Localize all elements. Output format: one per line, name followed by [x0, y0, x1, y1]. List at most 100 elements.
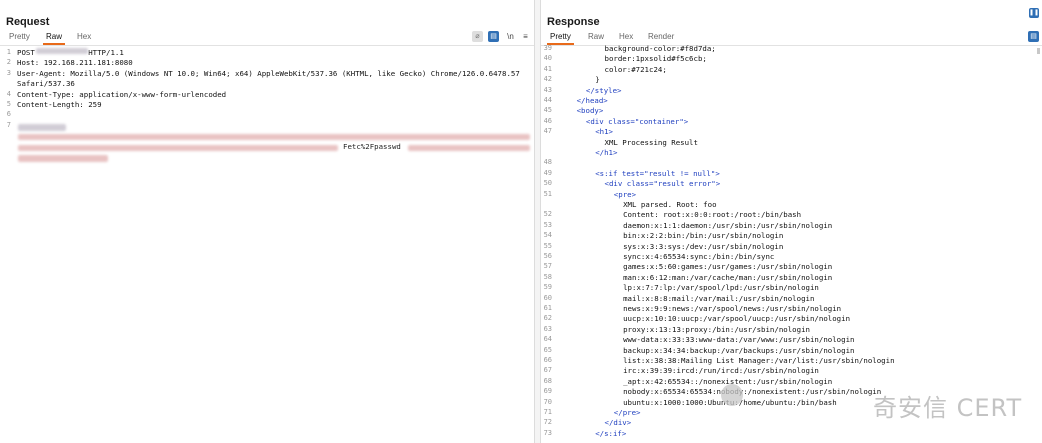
body-fragment: Fetc%2Fpasswd: [343, 142, 401, 151]
markup-line: </pre>: [613, 408, 641, 417]
request-tabbar: Pretty Raw Hex: [0, 31, 534, 45]
line-number: 4: [6, 89, 11, 98]
line-number: 56: [543, 252, 552, 260]
content-line: lp:x:7:7:lp:/var/spool/lpd:/usr/sbin/nol…: [623, 283, 819, 293]
line-number: 62: [543, 314, 552, 323]
redaction: [408, 145, 530, 151]
line-number: 64: [543, 335, 552, 344]
line-number: 53: [543, 220, 552, 229]
request-title: Request: [6, 16, 50, 28]
markup-line: <body>: [576, 106, 604, 116]
line-number: 69: [543, 387, 552, 396]
markup-line: </s:if>: [595, 428, 627, 438]
markup-line: <div class="result error">: [604, 179, 721, 189]
watermark-text: 奇安信 CERT: [873, 394, 1023, 422]
content-line: }: [595, 75, 600, 85]
content-line: uucp:x:10:10:uucp:/var/spool/uucp:/usr/s…: [623, 314, 851, 324]
line-number: 55: [543, 241, 552, 250]
scrollbar-thumb[interactable]: [1037, 48, 1040, 54]
newline-icon[interactable]: \n: [505, 31, 516, 42]
response-tab-hex[interactable]: Hex: [616, 31, 636, 45]
line-number: 51: [543, 189, 552, 198]
line-number: 70: [543, 397, 552, 406]
content-line: games:x:5:60:games:/usr/games:/usr/sbin/…: [623, 262, 833, 272]
content-line: bin:x:2:2:bin:/bin:/usr/sbin/nologin: [623, 231, 784, 241]
line-number: 2: [6, 58, 11, 67]
response-tab-render[interactable]: Render: [645, 31, 677, 45]
content-line: man:x:6:12:man:/var/cache/man:/usr/sbin/…: [623, 272, 833, 282]
response-tab-raw[interactable]: Raw: [585, 31, 607, 45]
line-number: 43: [543, 85, 552, 94]
line-number: 60: [543, 293, 552, 302]
content-line: border:1pxsolid#f5c6cb;: [604, 54, 707, 64]
line-number: 50: [543, 179, 552, 188]
line-number: 42: [543, 75, 552, 84]
line-number: 68: [543, 376, 552, 385]
content-line: XML Processing Result: [604, 137, 698, 147]
line-number: 73: [543, 428, 552, 437]
content-line: background-color:#f8d7da;: [604, 44, 716, 53]
line-number: 5: [6, 100, 11, 108]
line-number: 72: [543, 418, 552, 427]
content-line: sys:x:3:3:sys:/dev:/usr/sbin/nologin: [623, 241, 784, 251]
redaction: [18, 134, 530, 140]
line-number: 52: [543, 210, 552, 219]
content-line: daemon:x:1:1:daemon:/usr/sbin:/usr/sbin/…: [623, 220, 833, 230]
content-line: sync:x:4:65534:sync:/bin:/bin/sync: [623, 252, 775, 261]
line-number: 3: [6, 68, 11, 77]
markup-line: </style>: [585, 85, 622, 95]
response-tab-pretty[interactable]: Pretty: [547, 31, 574, 45]
content-line: nobody:x:65534:65534:nobody:/nonexistent…: [623, 387, 882, 397]
content-line: Content: root:x:0:0:root:/root:/bin/bash: [623, 210, 802, 220]
response-tabbar: Pretty Raw Hex Render: [541, 31, 1042, 45]
wrap-icon[interactable]: ▤: [488, 31, 499, 42]
content-line: XML parsed. Root: foo: [623, 200, 717, 209]
request-line: Safari/537.36: [17, 79, 75, 89]
request-tab-hex[interactable]: Hex: [74, 31, 94, 45]
line-number: 39: [543, 44, 552, 52]
redaction: [18, 155, 108, 162]
request-pane: Request Pretty Raw Hex ⌀ ▤ \n ≡ 1 POST HT…: [0, 0, 535, 443]
watermark-logo-icon: [721, 384, 743, 406]
content-line: www-data:x:33:33:www-data:/var/www:/usr/…: [623, 335, 855, 345]
request-tab-pretty[interactable]: Pretty: [6, 31, 33, 45]
line-number: 6: [6, 110, 11, 119]
line-number: 59: [543, 283, 552, 292]
content-line: news:x:9:9:news:/var/spool/news:/usr/sbi…: [623, 304, 842, 313]
line-number: 7: [6, 120, 11, 129]
hide-icon[interactable]: ⌀: [472, 31, 483, 42]
response-pane: Response ❚❚ Pretty Raw Hex Render ▤ 39 ba…: [541, 0, 1042, 443]
request-line: Content-Length: 259: [17, 100, 102, 109]
redaction: [36, 48, 88, 54]
line-number: 71: [543, 408, 552, 416]
line-number: 58: [543, 272, 552, 281]
line-number: 41: [543, 64, 552, 73]
wrap-icon[interactable]: ▤: [1028, 31, 1039, 42]
request-tab-raw[interactable]: Raw: [43, 31, 66, 45]
line-number: 1: [6, 48, 11, 56]
markup-line: <s:if test="result != null">: [595, 168, 720, 178]
line-number: 40: [543, 54, 552, 63]
redaction: [18, 124, 66, 131]
line-number: 66: [543, 356, 552, 364]
line-number: 44: [543, 96, 552, 104]
line-number: 57: [543, 262, 552, 271]
content-line: backup:x:34:34:backup:/var/backups:/usr/…: [623, 345, 855, 355]
request-line: Content-Type: application/x-www-form-url…: [17, 89, 227, 99]
line-number: 48: [543, 158, 552, 167]
line-number: 49: [543, 168, 552, 177]
line-number: 54: [543, 231, 552, 240]
menu-icon[interactable]: ≡: [520, 31, 531, 42]
content-line: list:x:38:38:Mailing List Manager:/var/l…: [623, 356, 895, 365]
line-number: 61: [543, 304, 552, 312]
request-separator: [0, 45, 534, 46]
markup-line: <pre>: [613, 189, 637, 199]
markup-line: </div>: [604, 418, 632, 428]
markup-line: <div class="container">: [585, 116, 689, 126]
markup-line: </h1>: [595, 148, 618, 157]
line-number: 67: [543, 366, 552, 375]
line-number: 45: [543, 106, 552, 115]
pause-icon[interactable]: ❚❚: [1029, 8, 1039, 18]
content-line: mail:x:8:8:mail:/var/mail:/usr/sbin/nolo…: [623, 293, 815, 303]
response-title: Response: [547, 16, 600, 28]
